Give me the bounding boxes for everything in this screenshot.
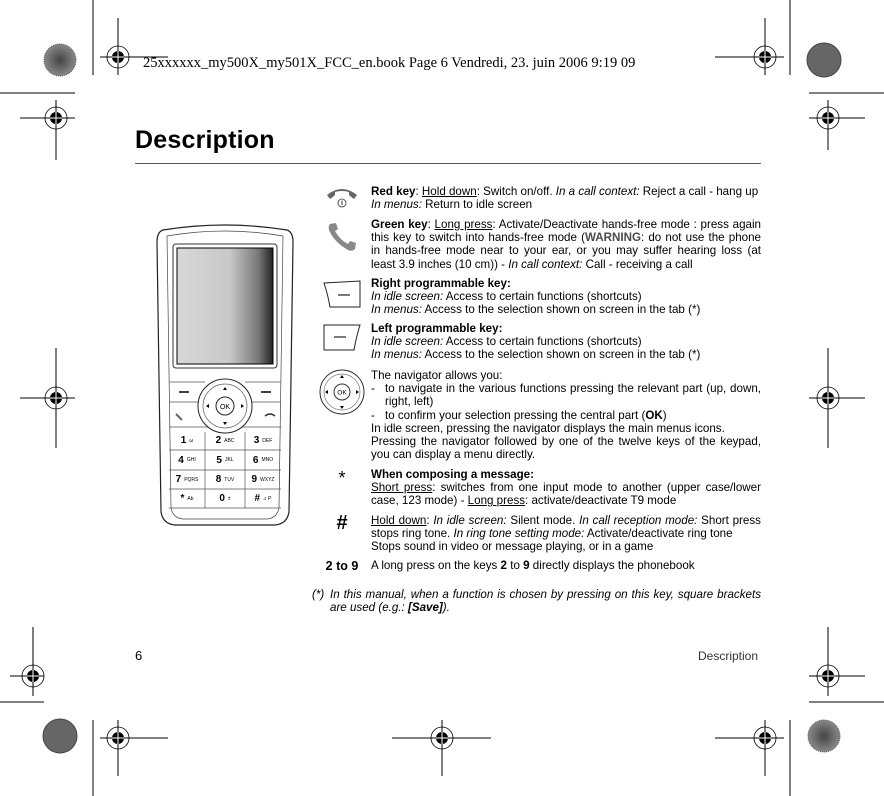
registration-mark	[809, 348, 865, 448]
red-key-hangup-icon	[318, 185, 366, 209]
phone-key-digit: 6	[252, 454, 259, 466]
phone-key-digit: 0	[219, 493, 225, 504]
page-number: 6	[135, 648, 143, 663]
green-key-call-icon	[318, 220, 366, 256]
star-key-description: When composing a message: Short press: s…	[371, 468, 761, 508]
phone-key-letters: MNO	[261, 457, 274, 463]
phone-screen	[176, 247, 274, 365]
navigator-description: The navigator allows you: - to navigate i…	[371, 369, 761, 462]
registration-mark	[100, 720, 168, 776]
registration-mark	[10, 627, 45, 696]
phone-key: * Ab	[169, 489, 205, 508]
registration-mark	[392, 720, 491, 776]
phone-key-letters: ±	[227, 495, 231, 502]
phone-key-digit: 1	[180, 435, 187, 446]
phone-key-letters: DEF	[262, 437, 273, 444]
phone-key-letters: Ab	[187, 495, 194, 502]
registration-mark	[809, 627, 865, 696]
hash-key-symbol: #	[336, 512, 348, 534]
phone-key: 3 DEF	[245, 431, 281, 450]
navigator-icon: OK	[318, 368, 366, 416]
phone-key-digit: 5	[216, 454, 222, 466]
phone-key-digit: 4	[178, 454, 184, 466]
phone-key: 7 PQRS	[169, 470, 205, 489]
phone-key-letters: JKL	[224, 457, 234, 463]
registration-mark	[809, 92, 884, 150]
phone-illustration: OK 1 ω 2 ABC 3 DEF 4 GHI 5 JKL 6 MNO 7 PQRS 8 TUV 9 WXYZ *…	[155, 222, 295, 528]
star-target-mark	[807, 719, 841, 753]
phone-key: 6 MNO	[245, 450, 281, 470]
phone-keypad: 1 ω 2 ABC 3 DEF 4 GHI 5 JKL 6 MNO 7 PQRS 8 TUV 9 WXYZ * Ab 0…	[169, 431, 281, 508]
star-target-mark	[806, 42, 842, 78]
svg-text:OK: OK	[337, 390, 347, 397]
registration-mark	[0, 92, 75, 160]
phone-key-digit: #	[254, 493, 261, 504]
phone-key-digit: 9	[251, 474, 258, 485]
phone-key-letters: WXYZ	[260, 476, 275, 483]
green-key-description: Green key: Long press: Activate/Deactiva…	[371, 218, 761, 271]
digit-keys-description: A long press on the keys 2 to 9 directly…	[371, 559, 695, 572]
registration-mark	[715, 720, 784, 776]
phone-key: 8 TUV	[205, 470, 245, 489]
print-header: 25xxxxxx_my500X_my501X_FCC_en.book Page …	[143, 55, 636, 71]
star-key-symbol: *	[338, 468, 346, 488]
svg-text:OK: OK	[220, 404, 230, 411]
star-target-mark	[42, 718, 78, 754]
phone-key-digit: 2	[215, 435, 222, 446]
phone-key-letters: ABC	[224, 437, 235, 444]
hash-key-description: Hold down: In idle screen: Silent mode. …	[371, 514, 761, 554]
phone-key-letters: ♫ P	[263, 495, 272, 502]
phone-key: 5 JKL	[205, 450, 245, 470]
phone-key: 1ω	[169, 431, 205, 450]
phone-key-letters: GHI	[186, 457, 196, 463]
phone-key-letters: ω	[189, 437, 194, 444]
phone-key: 9 WXYZ	[245, 470, 281, 489]
red-key-description: Red key: Hold down: Switch on/off. In a …	[371, 185, 759, 212]
right-softkey-description: Right programmable key: In idle screen: …	[371, 277, 701, 317]
phone-key-digit: *	[180, 493, 185, 504]
phone-key: # ♫ P	[245, 489, 281, 508]
digit-keys-label: 2 to 9	[325, 559, 359, 573]
phone-key: 4 GHI	[169, 450, 205, 470]
right-softkey-icon	[318, 279, 366, 309]
phone-key-digit: 7	[175, 474, 182, 485]
registration-mark	[715, 18, 784, 75]
left-softkey-description: Left programmable key: In idle screen: A…	[371, 322, 701, 362]
registration-mark	[20, 348, 75, 448]
phone-key-digit: 3	[253, 435, 260, 446]
footnote: (*) In this manual, when a function is c…	[312, 588, 761, 615]
left-softkey-icon	[318, 322, 366, 352]
phone-key-letters: TUV	[224, 476, 235, 483]
star-target-mark	[43, 43, 77, 77]
phone-key-digit: 8	[215, 474, 222, 485]
title-rule	[135, 163, 761, 164]
phone-key: 0 ±	[205, 489, 245, 508]
page-title: Description	[135, 126, 275, 154]
phone-key: 2 ABC	[205, 431, 245, 450]
running-footer: Description	[698, 649, 759, 663]
phone-key-letters: PQRS	[184, 476, 199, 483]
